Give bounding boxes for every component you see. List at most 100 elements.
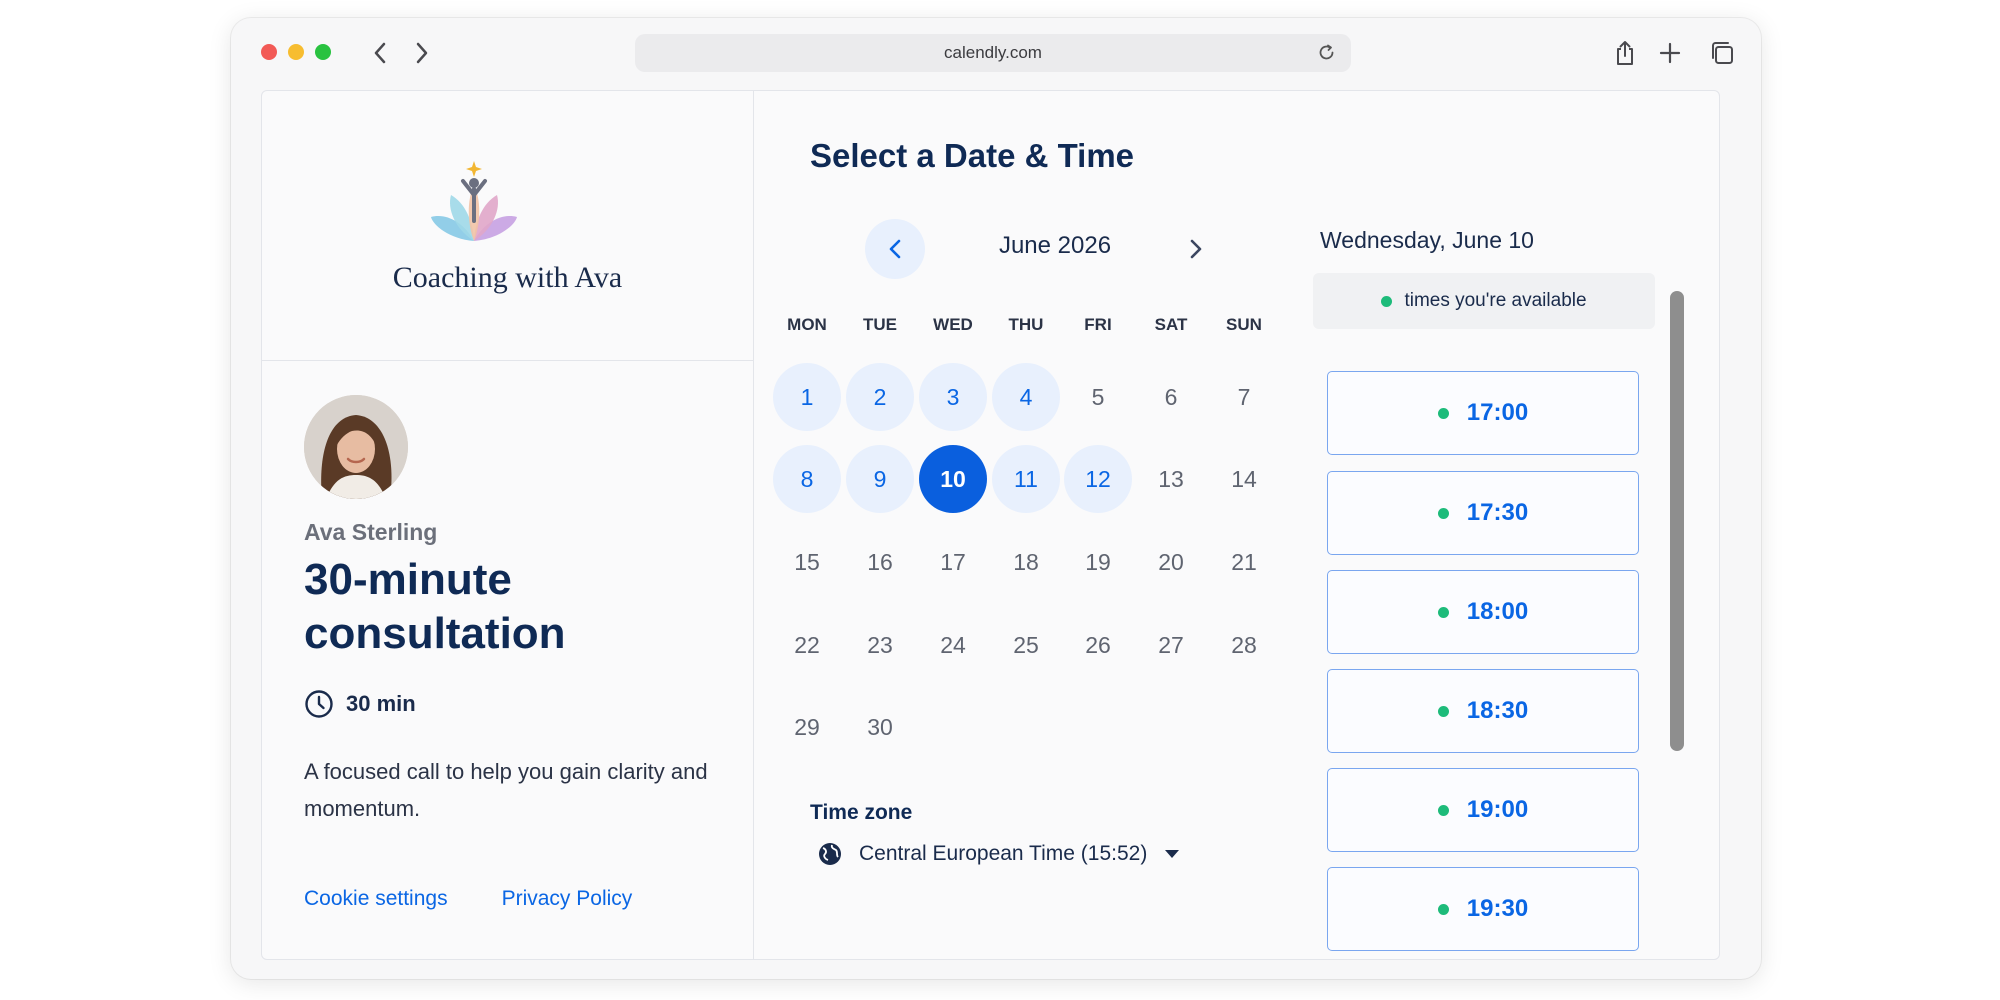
- available-day[interactable]: 12: [1064, 445, 1132, 513]
- time-slot-button[interactable]: 19:30: [1327, 867, 1639, 951]
- calendar-day: 21: [1231, 548, 1257, 575]
- available-dot-icon: [1437, 705, 1449, 717]
- brand-header: Coaching with Ava: [262, 91, 753, 361]
- time-slot-label: 19:30: [1466, 895, 1529, 922]
- weekday-label: THU: [1008, 315, 1044, 334]
- calendar-day: 5: [1091, 383, 1105, 410]
- available-day[interactable]: 1: [773, 363, 841, 431]
- time-slot-scrollbar[interactable]: [1670, 291, 1684, 751]
- plus-icon: [1659, 42, 1681, 64]
- time-slot-label: 17:00: [1466, 399, 1529, 426]
- new-tab-button[interactable]: [1655, 38, 1685, 68]
- timezone-selector[interactable]: Central European Time (15:52): [817, 841, 1180, 867]
- available-day[interactable]: 2: [846, 363, 914, 431]
- weekday-label: FRI: [1084, 315, 1112, 334]
- time-slot-label: 18:30: [1466, 697, 1529, 724]
- available-day[interactable]: 11: [992, 445, 1060, 513]
- tab-overview-button[interactable]: [1707, 38, 1737, 68]
- lotus-logo-icon: [431, 161, 517, 241]
- footer-links: Cookie settings Privacy Policy: [304, 887, 632, 911]
- brand-name: Coaching with Ava: [392, 261, 623, 294]
- weekday-label: WED: [933, 315, 973, 334]
- available-day[interactable]: 8: [773, 445, 841, 513]
- weekday-label: SUN: [1226, 315, 1262, 334]
- reload-icon[interactable]: [1317, 43, 1337, 63]
- browser-window: calendly.com Coaching with Ava Ava Sterl…: [231, 18, 1761, 979]
- calendar-day: 23: [867, 631, 893, 658]
- calendar-day: 13: [1158, 465, 1184, 492]
- available-dot-icon: [1437, 507, 1449, 519]
- duration-text: 30 min: [346, 691, 416, 716]
- time-slot-button[interactable]: 18:30: [1327, 669, 1639, 753]
- time-slot-label: 17:30: [1466, 499, 1529, 526]
- timezone-value: Central European Time (15:52): [859, 842, 1148, 865]
- chevron-left-icon: [889, 239, 901, 259]
- date-time-panel: Select a Date & Time June 2026 MON TUE WED…: [755, 91, 1719, 959]
- time-slot-button[interactable]: 19:00: [1327, 768, 1639, 852]
- available-dot-icon: [1381, 295, 1393, 307]
- minimize-window-button[interactable]: [288, 44, 304, 60]
- host-avatar: [304, 395, 408, 499]
- time-slot-label: 19:00: [1466, 796, 1529, 823]
- available-dot-icon: [1437, 804, 1449, 816]
- calendar-day: 17: [940, 548, 966, 575]
- back-button[interactable]: [365, 38, 395, 68]
- share-icon: [1617, 41, 1633, 65]
- calendar-day: 30: [867, 713, 893, 740]
- calendar-day: 26: [1085, 631, 1111, 658]
- globe-icon: [819, 843, 841, 865]
- selected-date-heading: Wednesday, June 10: [1320, 227, 1534, 253]
- weekday-label: SAT: [1154, 315, 1188, 334]
- browser-toolbar: calendly.com: [231, 18, 1761, 90]
- address-bar[interactable]: calendly.com: [635, 34, 1351, 72]
- calendar-day: 24: [940, 631, 966, 658]
- available-day[interactable]: 9: [846, 445, 914, 513]
- calendar-day: 15: [794, 548, 820, 575]
- selected-day[interactable]: 10: [919, 445, 987, 513]
- time-slot-button[interactable]: 17:30: [1327, 471, 1639, 555]
- host-name: Ava Sterling: [304, 519, 438, 545]
- share-button[interactable]: [1610, 38, 1640, 68]
- time-slot-button[interactable]: 18:00: [1327, 570, 1639, 654]
- chevron-right-icon: [416, 42, 428, 64]
- zoom-window-button[interactable]: [315, 44, 331, 60]
- weekday-label: TUE: [863, 315, 897, 334]
- calendar-day: 16: [867, 548, 893, 575]
- calendar-day: 29: [794, 713, 820, 740]
- calendar-day: 7: [1237, 383, 1251, 410]
- scheduling-card: Coaching with Ava Ava Sterling 30-minute…: [261, 90, 1720, 960]
- time-slot-label: 18:00: [1466, 598, 1529, 625]
- calendar-day: 20: [1158, 548, 1184, 575]
- caret-down-icon: [1165, 850, 1180, 858]
- month-label: June 2026: [998, 232, 1112, 259]
- availability-legend: times you're available: [1313, 273, 1655, 329]
- time-slot-button[interactable]: 17:00: [1327, 371, 1639, 455]
- close-window-button[interactable]: [261, 44, 277, 60]
- forward-button[interactable]: [407, 38, 437, 68]
- previous-month-button[interactable]: [865, 219, 925, 279]
- event-details-panel: Coaching with Ava Ava Sterling 30-minute…: [262, 91, 754, 959]
- calendar-day: 14: [1231, 465, 1257, 492]
- url-text: calendly.com: [944, 43, 1042, 62]
- event-title: 30-minute consultation: [304, 555, 566, 658]
- available-day[interactable]: 4: [992, 363, 1060, 431]
- event-description: A focused call to help you gain clarity …: [304, 759, 708, 821]
- cookie-settings-link[interactable]: Cookie settings: [304, 887, 448, 911]
- chevron-left-icon: [374, 42, 386, 64]
- page-title: Select a Date & Time: [810, 137, 1135, 174]
- tabs-icon: [1712, 42, 1733, 64]
- available-dot-icon: [1437, 903, 1449, 915]
- calendar-day: 28: [1231, 631, 1257, 658]
- calendar-day: 27: [1158, 631, 1184, 658]
- next-month-button[interactable]: [1180, 233, 1212, 265]
- available-day[interactable]: 3: [919, 363, 987, 431]
- calendar-day: 18: [1013, 548, 1039, 575]
- timezone-label: Time zone: [810, 801, 913, 824]
- available-dot-icon: [1437, 606, 1449, 618]
- legend-text: times you're available: [1404, 290, 1587, 311]
- calendar-day: 25: [1013, 631, 1039, 658]
- privacy-policy-link[interactable]: Privacy Policy: [502, 887, 633, 911]
- weekday-label: MON: [787, 315, 827, 334]
- calendar-day: 19: [1085, 548, 1111, 575]
- chevron-right-icon: [1190, 239, 1202, 259]
